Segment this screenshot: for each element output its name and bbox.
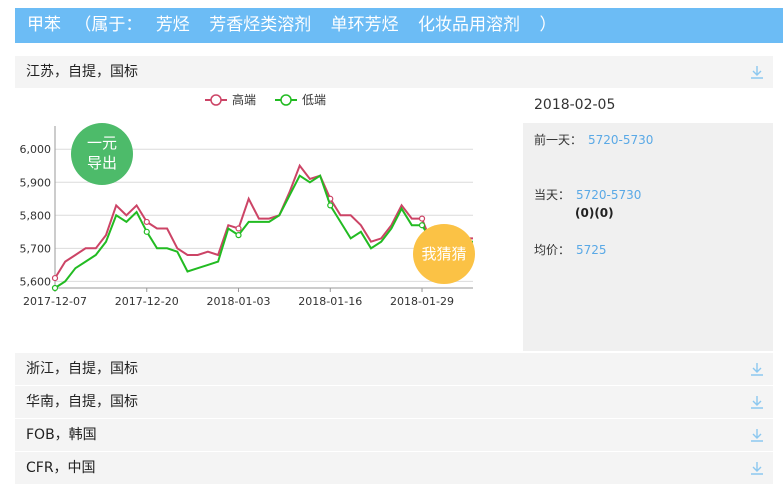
region-row-fob-korea[interactable]: FOB，韩国 [15, 419, 773, 451]
region-row-zhejiang[interactable]: 浙江，自提，国标 [15, 353, 773, 385]
data-point [235, 232, 242, 239]
prev-day-label: 前一天： [534, 133, 583, 147]
belongs-prefix: （属于： [74, 15, 143, 35]
category-link-cosmetic-solvents[interactable]: 化妆品用溶剂 [418, 8, 520, 43]
download-icon[interactable] [749, 361, 765, 377]
y-tick-label: 5,800 [20, 209, 52, 222]
today-label: 当天： [534, 188, 571, 202]
y-tick-label: 5,900 [20, 176, 52, 189]
average-value: 5725 [576, 243, 607, 257]
panel-date: 2018-02-05 [534, 97, 616, 113]
data-point [51, 274, 59, 282]
region-row-cfr-china[interactable]: CFR，中国 [15, 452, 773, 484]
legend-swatch-marker [210, 94, 222, 106]
series-line-low [54, 174, 473, 289]
region-label: 华南，自提，国标 [26, 394, 138, 410]
data-point [51, 284, 59, 292]
average-label: 均价： [534, 243, 571, 257]
x-tick-label: 2017-12-20 [115, 295, 179, 308]
x-tick-label: 2018-01-03 [207, 295, 271, 308]
download-icon[interactable] [749, 394, 765, 410]
region-label: CFR，中国 [26, 460, 96, 476]
today-line: 当天： 5720-5730 [534, 186, 641, 203]
export-button[interactable]: 一元 导出 [71, 123, 133, 185]
category-link-monocyclic-aromatics[interactable]: 单环芳烃 [331, 8, 399, 43]
region-row-jiangsu[interactable]: 江苏，自提，国标 [15, 56, 773, 88]
category-link-aromatics[interactable]: 芳烃 [156, 8, 190, 43]
region-label: FOB，韩国 [26, 427, 97, 443]
average-line: 均价： 5725 [534, 241, 607, 258]
download-icon[interactable] [749, 427, 765, 443]
category-link-aromatic-solvents[interactable]: 芳香烃类溶剂 [209, 8, 311, 43]
y-tick-label: 6,000 [20, 143, 52, 156]
data-point [327, 202, 334, 209]
data-point [235, 225, 242, 232]
download-icon[interactable] [749, 460, 765, 476]
belongs-suffix: ） [539, 15, 557, 35]
legend-label: 低端 [302, 93, 326, 107]
x-tick-label: 2018-01-29 [390, 295, 454, 308]
product-title-bar: 甲苯 （属于： 芳烃 芳香烃类溶剂 单环芳烃 化妆品用溶剂 ） [15, 8, 783, 43]
data-point [143, 228, 150, 235]
region-label: 江苏，自提，国标 [26, 64, 138, 80]
price-detail-panel: 前一天： 5720-5730 当天： 5720-5730 (0)(0) 均价： 572… [523, 123, 773, 351]
export-label-line2: 导出 [86, 154, 117, 172]
x-tick-label: 2018-01-16 [298, 295, 362, 308]
y-tick-label: 5,700 [20, 242, 52, 255]
data-point [143, 218, 150, 226]
data-point [418, 222, 426, 229]
prev-day-line: 前一天： 5720-5730 [534, 131, 653, 148]
region-label: 浙江，自提，国标 [26, 361, 138, 377]
today-change: (0)(0) [575, 206, 614, 220]
prev-day-value: 5720-5730 [588, 133, 654, 147]
product-name: 甲苯 [27, 15, 61, 35]
legend-label: 高端 [232, 92, 256, 107]
x-tick-label: 2017-12-07 [23, 295, 87, 308]
region-row-south-china[interactable]: 华南，自提，国标 [15, 386, 773, 418]
data-point [418, 215, 426, 222]
y-tick-label: 5,600 [20, 275, 52, 288]
legend-swatch-marker [280, 94, 292, 106]
guess-button[interactable]: 我猜猜 [413, 224, 475, 284]
download-icon[interactable] [749, 64, 765, 80]
export-label-line1: 一元 [86, 134, 117, 152]
today-value: 5720-5730 [576, 188, 642, 202]
